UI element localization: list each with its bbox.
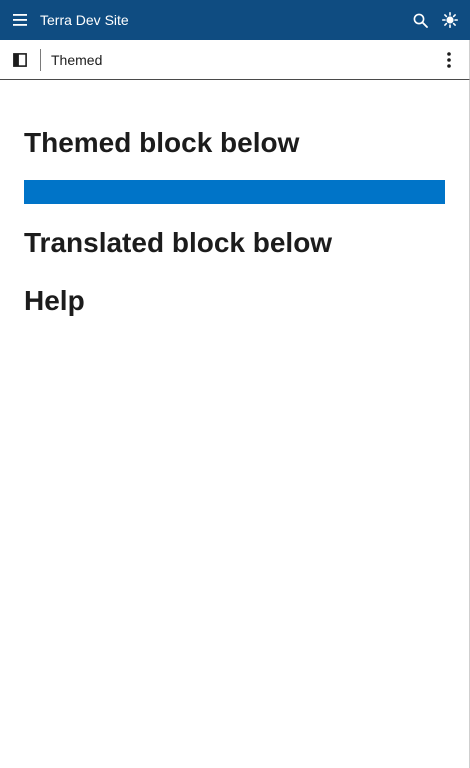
- heading-help: Help: [24, 285, 85, 316]
- sidebar-panel-icon: [13, 52, 27, 67]
- site-title[interactable]: Terra Dev Site: [40, 12, 405, 28]
- page-toolbar: Themed: [0, 40, 470, 80]
- toggle-sidebar-button[interactable]: [0, 40, 40, 79]
- menu-button[interactable]: [0, 0, 40, 40]
- kebab-menu-icon: [447, 51, 451, 68]
- search-button[interactable]: [405, 0, 435, 40]
- more-options-button[interactable]: [429, 40, 469, 79]
- themed-block: [24, 180, 445, 204]
- theme-toggle-icon: [442, 12, 458, 28]
- page-label: Themed: [51, 51, 103, 68]
- toolbar-divider: [40, 48, 41, 71]
- search-icon: [413, 13, 428, 28]
- hamburger-menu-icon: [13, 14, 27, 26]
- heading-translated-block: Translated block below: [24, 227, 333, 258]
- main-content: Themed block below Translated block belo…: [0, 80, 470, 768]
- app-header: Terra Dev Site: [0, 0, 470, 40]
- theme-toggle-button[interactable]: [435, 0, 465, 40]
- heading-themed-block: Themed block below: [24, 127, 300, 158]
